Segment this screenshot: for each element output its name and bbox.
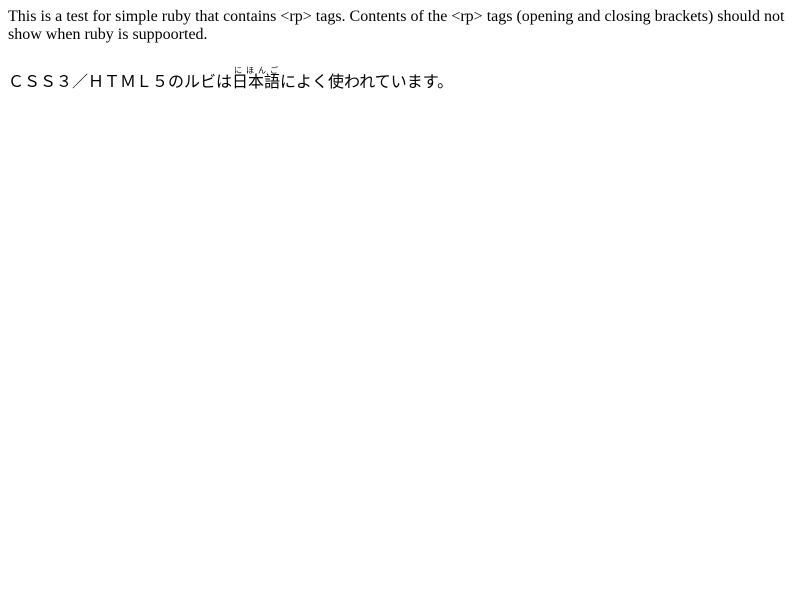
ruby-sentence-before: ＣＳＳ３／ＨＴＭＬ５のルビは (8, 74, 233, 91)
ruby-sentence: ＣＳＳ３／ＨＴＭＬ５のルビは日本語（にほんご）によく使われています。 (8, 66, 792, 98)
page: This is a test for simple ruby that cont… (0, 0, 800, 98)
ruby-annotation-group: 日本語（にほんご） (232, 67, 281, 92)
ruby-text: にほんご (232, 66, 281, 75)
ruby-base: 日本語 (232, 74, 281, 91)
intro-paragraph: This is a test for simple ruby that cont… (8, 8, 785, 43)
ruby-sentence-after: によく使われています。 (280, 74, 454, 91)
